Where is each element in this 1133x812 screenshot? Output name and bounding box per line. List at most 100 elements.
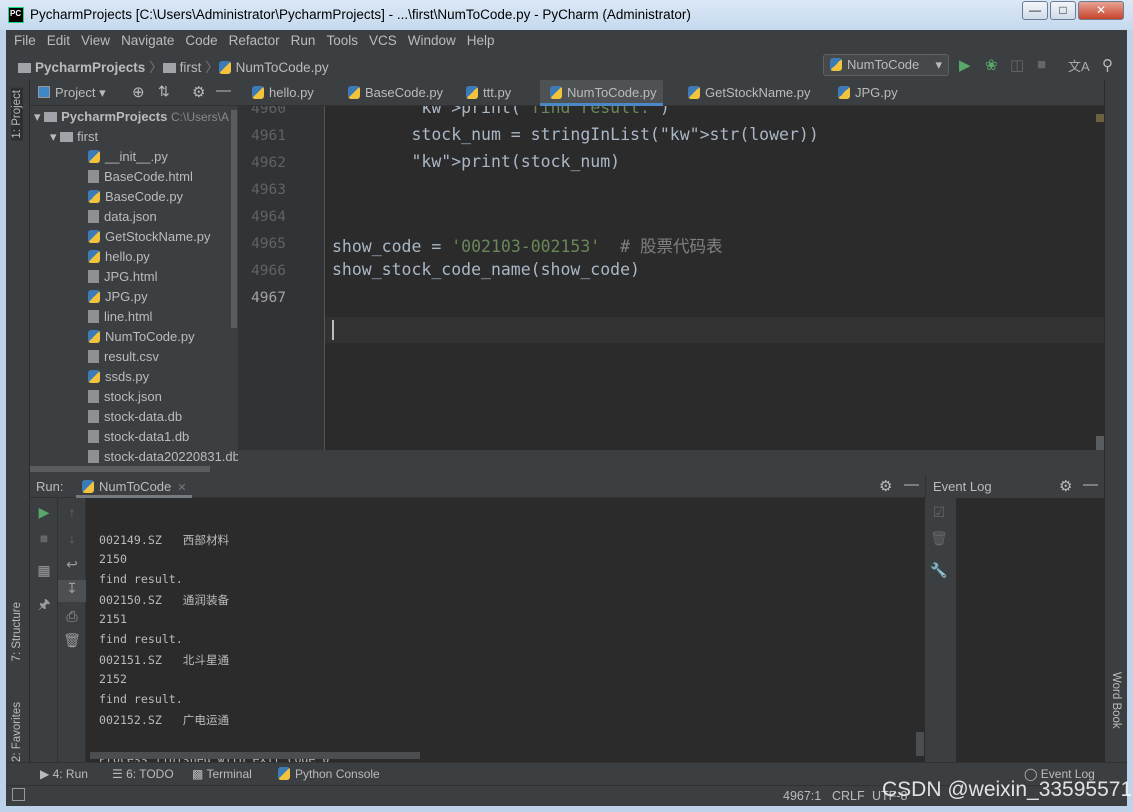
tree-file[interactable]: stock-data1.db — [88, 427, 189, 447]
tab-jpg-py[interactable]: JPG.py — [828, 80, 904, 106]
down-arrow-icon[interactable]: ↓ — [58, 530, 86, 546]
title-bar: PC PycharmProjects [C:\Users\Administrat… — [0, 0, 1133, 30]
wrench-icon[interactable]: 🔧 — [925, 562, 953, 579]
locate-icon[interactable]: ⊕ — [132, 83, 145, 101]
pin-icon[interactable]: 🖈 — [30, 594, 58, 618]
menu-code[interactable]: Code — [185, 33, 217, 48]
tab-python-console[interactable]: Python Console — [278, 767, 380, 781]
soft-wrap-icon[interactable]: ↩ — [58, 556, 86, 573]
tree-file[interactable]: line.html — [88, 307, 152, 327]
menu-vcs[interactable]: VCS — [369, 33, 397, 48]
menu-tools[interactable]: Tools — [326, 33, 358, 48]
run-tab[interactable]: NumToCode ✕ — [76, 475, 193, 498]
close-tab-icon[interactable]: ✕ — [177, 482, 186, 494]
console-horizontal-scrollbar[interactable] — [90, 752, 420, 759]
maximize-button[interactable]: □ — [1050, 1, 1076, 20]
gear-icon[interactable]: ⚙ — [192, 83, 205, 101]
tree-file[interactable]: result.csv — [88, 347, 159, 367]
text-cursor — [332, 320, 334, 340]
tree-file[interactable]: GetStockName.py — [88, 227, 211, 247]
tree-file[interactable]: JPG.py — [88, 287, 148, 307]
code-line: stock_num = stringInList("kw">str(lower)… — [332, 125, 819, 144]
tree-horizontal-scrollbar[interactable] — [30, 464, 238, 475]
word-book-tool-button[interactable]: Word Book — [1110, 672, 1122, 729]
tree-folder-first[interactable]: ▾ first — [50, 127, 98, 147]
line-separator[interactable]: CRLF — [832, 789, 865, 803]
tree-file[interactable]: stock-data20220831.db — [88, 447, 238, 464]
crumb-project[interactable]: PycharmProjects — [35, 60, 145, 75]
coverage-icon[interactable]: ◫ — [1010, 56, 1024, 74]
console-line: 002150.SZ 通润装备 — [99, 593, 230, 607]
hide-icon[interactable]: — — [904, 476, 919, 493]
menu-edit[interactable]: Edit — [47, 33, 70, 48]
tab-label: NumToCode.py — [567, 85, 657, 100]
rerun-icon[interactable]: ▶ — [30, 504, 58, 521]
tree-file[interactable]: __init__.py — [88, 147, 168, 167]
hide-icon[interactable]: — — [216, 82, 231, 99]
caret-position[interactable]: 4967:1 — [783, 789, 821, 803]
tree-file[interactable]: ssds.py — [88, 367, 149, 387]
crumb-folder[interactable]: first — [180, 60, 202, 75]
debug-icon[interactable]: ❀ — [985, 56, 998, 74]
collapse-icon[interactable]: ⇅ — [158, 83, 170, 100]
stop-icon[interactable]: ■ — [1037, 56, 1046, 73]
trash-icon[interactable]: 🗑 — [925, 530, 953, 547]
tab-terminal[interactable]: ▩ Terminal — [192, 767, 252, 781]
minimize-button[interactable]: — — [1022, 1, 1048, 20]
tab-basecode-py[interactable]: BaseCode.py — [338, 80, 449, 106]
tree-root[interactable]: ▾ PycharmProjects C:\Users\A — [34, 107, 229, 127]
favorites-tool-button[interactable]: 2: Favorites — [11, 702, 23, 762]
toggle-panels-icon[interactable] — [12, 788, 25, 801]
line-number: 4962 — [251, 155, 286, 171]
menu-navigate[interactable]: Navigate — [121, 33, 174, 48]
menu-refactor[interactable]: Refactor — [229, 33, 280, 48]
tree-file[interactable]: BaseCode.py — [88, 187, 183, 207]
scroll-to-end-icon[interactable]: ↧ — [58, 580, 86, 602]
layout-icon[interactable]: ▦ — [30, 562, 58, 579]
stop-icon[interactable]: ■ — [30, 530, 58, 546]
print-icon[interactable]: ⎙ — [58, 608, 86, 625]
console-output[interactable]: 002149.SZ 西部材料 2150 find result. 002150.SZ … — [86, 498, 925, 762]
mark-read-icon[interactable]: ☑ — [925, 504, 953, 521]
translate-icon[interactable]: 文A — [1068, 56, 1090, 75]
menu-view[interactable]: View — [81, 33, 110, 48]
tab-todo[interactable]: ☰ 6: TODO — [112, 767, 174, 781]
tree-vertical-scrollbar[interactable] — [231, 110, 237, 328]
tree-file[interactable]: stock.json — [88, 387, 162, 407]
tab-getstockname-py[interactable]: GetStockName.py — [678, 80, 817, 106]
crumb-file[interactable]: NumToCode.py — [236, 60, 329, 75]
gear-icon[interactable]: ⚙ — [879, 477, 892, 495]
project-view-select[interactable]: Project ▾ — [38, 85, 106, 101]
tab-ttt-py[interactable]: ttt.py — [456, 80, 517, 106]
console-vertical-scrollbar[interactable] — [916, 732, 924, 756]
menu-file[interactable]: File — [14, 33, 36, 48]
trash-icon[interactable]: 🗑 — [58, 632, 86, 649]
menu-help[interactable]: Help — [467, 33, 495, 48]
line-number: 4960 — [251, 106, 286, 117]
close-button[interactable]: ✕ — [1078, 1, 1124, 20]
up-arrow-icon[interactable]: ↑ — [58, 504, 86, 520]
tree-file[interactable]: stock-data.db — [88, 407, 182, 427]
gear-icon[interactable]: ⚙ — [1059, 477, 1072, 495]
hide-icon[interactable]: — — [1083, 476, 1098, 493]
menu-run[interactable]: Run — [291, 33, 316, 48]
tree-file[interactable]: JPG.html — [88, 267, 157, 287]
menu-window[interactable]: Window — [408, 33, 456, 48]
line-number: 4965 — [251, 236, 286, 252]
tree-file[interactable]: BaseCode.html — [88, 167, 193, 187]
tab-hello-py[interactable]: hello.py — [242, 80, 320, 106]
run-icon[interactable]: ▶ — [959, 56, 971, 74]
run-tab-label: NumToCode — [99, 479, 172, 494]
tree-file[interactable]: data.json — [88, 207, 157, 227]
run-configuration-select[interactable]: NumToCode ▾ — [823, 54, 949, 76]
tab-run[interactable]: ▶ 4: Run — [40, 767, 88, 781]
code-editor[interactable]: 4960 4961 4962 4963 4964 4965 4966 4967 "kw">pr… — [238, 106, 1104, 450]
search-icon[interactable]: ⚲ — [1102, 56, 1113, 74]
run-config-label: NumToCode — [847, 57, 920, 72]
editor-scrollbar[interactable] — [1096, 436, 1104, 450]
tab-numtocode-py[interactable]: NumToCode.py — [540, 80, 663, 106]
tree-file[interactable]: NumToCode.py — [88, 327, 195, 347]
tree-file[interactable]: hello.py — [88, 247, 150, 267]
structure-tool-button[interactable]: 7: Structure — [11, 602, 23, 661]
project-tool-button[interactable]: 1: Project — [11, 88, 23, 141]
